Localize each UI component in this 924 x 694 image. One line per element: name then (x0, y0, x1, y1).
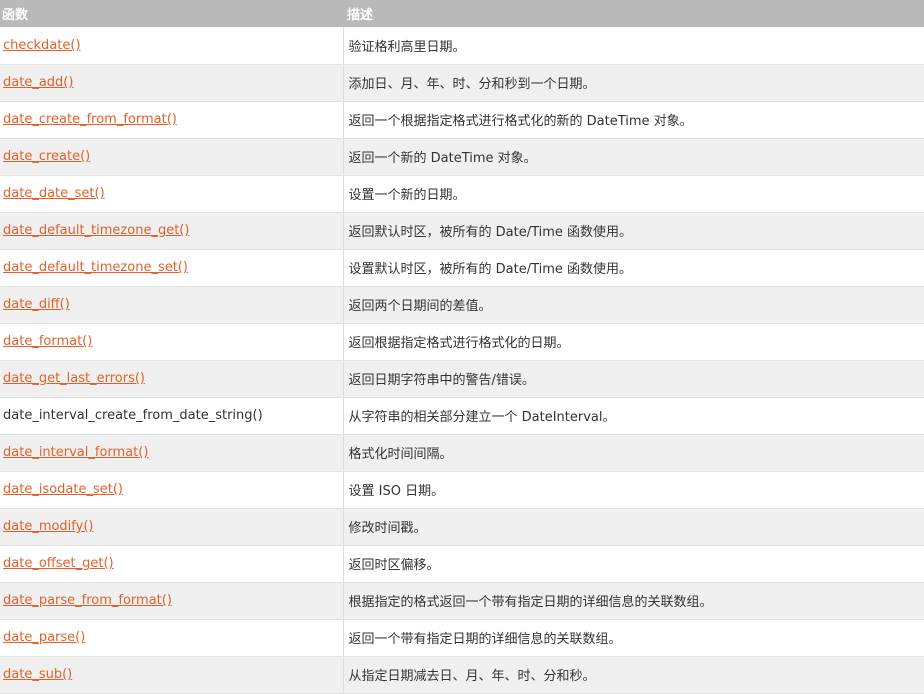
table-row: date_modify() 修改时间戳。 (0, 508, 924, 546)
function-description: 添加日、月、年、时、分和秒到一个日期。 (343, 64, 924, 102)
header-row: 函数 描述 (0, 0, 924, 27)
table-row: date_interval_format() 格式化时间间隔。 (0, 434, 924, 472)
table-row: date_parse_from_format() 根据指定的格式返回一个带有指定日… (0, 582, 924, 620)
function-link[interactable]: date_interval_format() (3, 445, 148, 460)
function-cell: date_interval_format() (0, 434, 344, 472)
function-description: 验证格利高里日期。 (343, 27, 924, 65)
function-link[interactable]: date_get_last_errors() (3, 371, 145, 386)
function-cell: date_offset_get() (0, 545, 344, 583)
table-row: date_diff() 返回两个日期间的差值。 (0, 286, 924, 324)
function-link[interactable]: date_create() (3, 149, 90, 164)
function-description: 返回时区偏移。 (343, 545, 924, 583)
function-description: 格式化时间间隔。 (343, 434, 924, 472)
table-row: date_get_last_errors() 返回日期字符串中的警告/错误。 (0, 360, 924, 398)
table-row: date_date_set() 设置一个新的日期。 (0, 175, 924, 213)
function-description: 设置默认时区，被所有的 Date/Time 函数使用。 (343, 249, 924, 287)
table-body: checkdate() 验证格利高里日期。 date_add() 添加日、月、年、时、… (0, 27, 924, 694)
function-cell: date_create_from_format() (0, 101, 344, 139)
function-link[interactable]: date_format() (3, 334, 92, 349)
function-cell: date_default_timezone_set() (0, 249, 344, 287)
function-cell: date_default_timezone_get() (0, 212, 344, 250)
function-cell: date_interval_create_from_date_string() (0, 397, 344, 435)
function-description: 从指定日期减去日、月、年、时、分和秒。 (343, 656, 924, 694)
table-row: date_create() 返回一个新的 DateTime 对象。 (0, 138, 924, 176)
function-cell: date_add() (0, 64, 344, 102)
function-cell: date_diff() (0, 286, 344, 324)
function-link[interactable]: date_diff() (3, 297, 70, 312)
table-row: date_default_timezone_set() 设置默认时区，被所有的 D… (0, 249, 924, 287)
function-description: 修改时间戳。 (343, 508, 924, 546)
function-link[interactable]: date_modify() (3, 519, 93, 534)
table-row: date_default_timezone_get() 返回默认时区，被所有的 D… (0, 212, 924, 250)
table-header: 函数 描述 (0, 0, 924, 27)
table-row: date_offset_get() 返回时区偏移。 (0, 545, 924, 583)
table-row: date_sub() 从指定日期减去日、月、年、时、分和秒。 (0, 656, 924, 694)
function-link[interactable]: date_date_set() (3, 186, 105, 201)
function-description: 根据指定的格式返回一个带有指定日期的详细信息的关联数组。 (343, 582, 924, 620)
function-link[interactable]: date_sub() (3, 667, 72, 682)
function-cell: date_date_set() (0, 175, 344, 213)
function-description: 返回一个带有指定日期的详细信息的关联数组。 (343, 619, 924, 657)
function-link[interactable]: date_parse_from_format() (3, 593, 172, 608)
table-row: date_create_from_format() 返回一个根据指定格式进行格式化… (0, 101, 924, 139)
function-link[interactable]: date_add() (3, 75, 73, 90)
table-row: date_format() 返回根据指定格式进行格式化的日期。 (0, 323, 924, 361)
function-link[interactable]: date_parse() (3, 630, 85, 645)
function-cell: date_create() (0, 138, 344, 176)
function-description: 返回日期字符串中的警告/错误。 (343, 360, 924, 398)
table-row: date_isodate_set() 设置 ISO 日期。 (0, 471, 924, 509)
function-link[interactable]: date_offset_get() (3, 556, 114, 571)
table-row: date_add() 添加日、月、年、时、分和秒到一个日期。 (0, 64, 924, 102)
header-description: 描述 (347, 8, 374, 23)
function-cell: date_get_last_errors() (0, 360, 344, 398)
function-link[interactable]: date_create_from_format() (3, 112, 177, 127)
table-row: checkdate() 验证格利高里日期。 (0, 27, 924, 65)
function-description: 返回一个根据指定格式进行格式化的新的 DateTime 对象。 (343, 101, 924, 139)
table-row: date_interval_create_from_date_string() 从… (0, 397, 924, 435)
function-description: 设置 ISO 日期。 (343, 471, 924, 509)
function-cell: date_modify() (0, 508, 344, 546)
function-cell: date_parse_from_format() (0, 582, 344, 620)
function-cell: date_sub() (0, 656, 344, 694)
function-cell: date_format() (0, 323, 344, 361)
function-description: 返回一个新的 DateTime 对象。 (343, 138, 924, 176)
function-name: date_interval_create_from_date_string() (3, 408, 263, 423)
function-link[interactable]: date_default_timezone_set() (3, 260, 188, 275)
header-function: 函数 (2, 8, 29, 23)
function-description: 设置一个新的日期。 (343, 175, 924, 213)
function-cell: checkdate() (0, 27, 344, 65)
function-description: 返回根据指定格式进行格式化的日期。 (343, 323, 924, 361)
table-row: date_parse() 返回一个带有指定日期的详细信息的关联数组。 (0, 619, 924, 657)
php-date-function-table: 函数 描述 checkdate() 验证格利高里日期。 date_add() 添加日、… (0, 0, 924, 694)
function-link[interactable]: date_default_timezone_get() (3, 223, 189, 238)
function-description: 从字符串的相关部分建立一个 DateInterval。 (343, 397, 924, 435)
function-description: 返回两个日期间的差值。 (343, 286, 924, 324)
function-link[interactable]: checkdate() (3, 38, 81, 53)
function-link[interactable]: date_isodate_set() (3, 482, 123, 497)
function-cell: date_parse() (0, 619, 344, 657)
function-cell: date_isodate_set() (0, 471, 344, 509)
function-description: 返回默认时区，被所有的 Date/Time 函数使用。 (343, 212, 924, 250)
